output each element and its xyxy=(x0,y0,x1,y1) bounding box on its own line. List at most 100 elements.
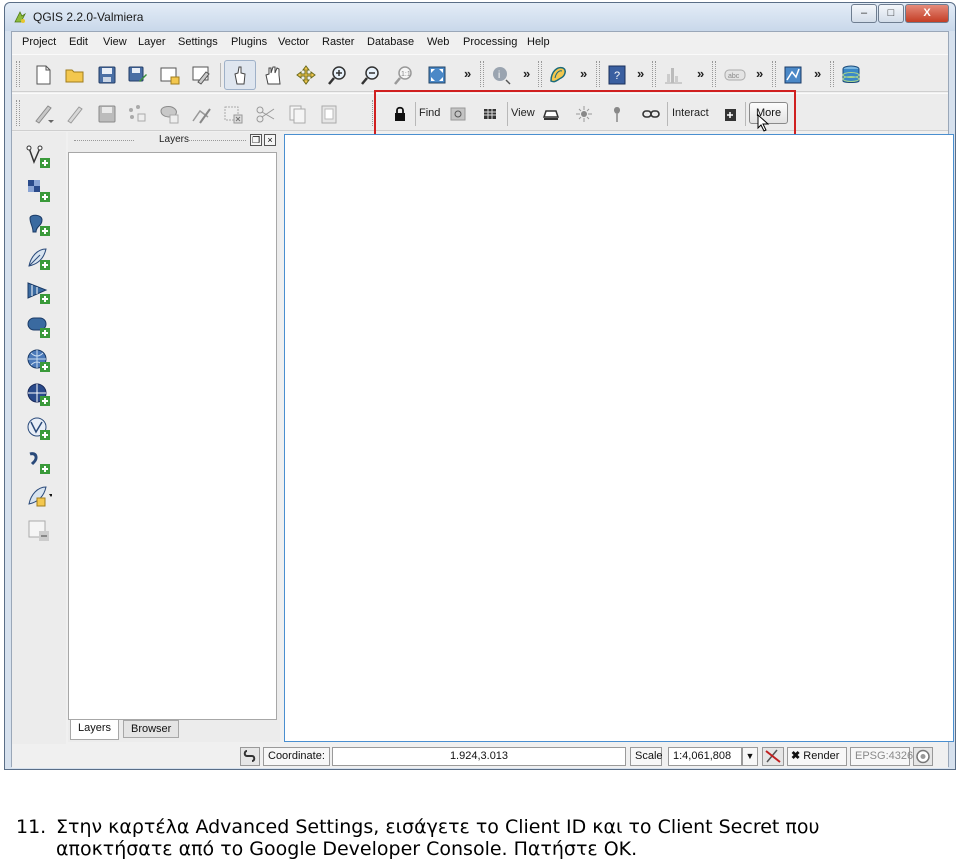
coordinate-label: Coordinate: xyxy=(263,747,330,766)
toolbar-separator xyxy=(220,63,221,87)
label-icon[interactable]: abc xyxy=(724,64,746,86)
add-oracle-layer-icon[interactable] xyxy=(26,314,52,340)
add-mssql-layer-icon[interactable] xyxy=(26,280,52,306)
digitize-icon[interactable] xyxy=(32,103,54,125)
toolbar-overflow[interactable]: » xyxy=(637,66,644,81)
rotation-icon[interactable] xyxy=(762,747,784,766)
menu-project[interactable]: Project xyxy=(22,36,56,48)
close-button[interactable]: X xyxy=(905,4,949,23)
zoom-out-icon[interactable] xyxy=(360,64,382,86)
toolbar-grip[interactable] xyxy=(772,61,776,87)
pencil-icon[interactable] xyxy=(64,103,86,125)
menu-processing[interactable]: Processing xyxy=(463,36,517,48)
menu-database[interactable]: Database xyxy=(367,36,414,48)
minimize-button[interactable]: ‒ xyxy=(851,4,877,23)
add-spatialite-layer-icon[interactable] xyxy=(26,246,52,272)
measure-icon[interactable] xyxy=(547,64,569,86)
menu-plugins[interactable]: Plugins xyxy=(231,36,267,48)
toolbar-overflow[interactable]: » xyxy=(756,66,763,81)
add-feature-icon[interactable] xyxy=(126,103,148,125)
paste-icon[interactable] xyxy=(318,103,340,125)
pan-icon[interactable] xyxy=(262,64,284,86)
layers-panel-title: Layers xyxy=(158,134,189,145)
svg-text:1:1: 1:1 xyxy=(401,71,411,78)
add-wfs-layer-icon[interactable] xyxy=(26,416,52,442)
node-tool-icon[interactable] xyxy=(190,103,212,125)
help-icon[interactable]: ? xyxy=(606,64,628,86)
new-project-icon[interactable] xyxy=(32,64,54,86)
add-postgis-layer-icon[interactable] xyxy=(26,212,52,238)
toolbar-grip[interactable] xyxy=(830,61,834,87)
crs-status-button[interactable]: EPSG:4326 xyxy=(850,747,913,766)
toggle-extents-icon[interactable] xyxy=(240,747,260,766)
menu-view[interactable]: View xyxy=(103,36,127,48)
new-shapefile-icon[interactable] xyxy=(26,484,52,510)
menu-raster[interactable]: Raster xyxy=(322,36,354,48)
caption-line-2: αποκτήσατε από το Google Developer Conso… xyxy=(56,838,638,860)
cut-icon[interactable] xyxy=(254,103,276,125)
close-panel-button[interactable]: × xyxy=(264,134,276,146)
tab-browser[interactable]: Browser xyxy=(123,720,180,738)
menu-help[interactable]: Help xyxy=(527,36,550,48)
svg-text:abc: abc xyxy=(728,73,740,80)
title-bar: QGIS 2.2.0-Valmiera ‒ □ X xyxy=(5,3,955,31)
touch-zoom-icon[interactable] xyxy=(229,64,251,86)
scale-field[interactable]: 1:4,061,808 xyxy=(668,747,742,766)
move-feature-icon[interactable] xyxy=(158,103,180,125)
add-wms-layer-icon[interactable] xyxy=(26,348,52,374)
toolbar-grip[interactable] xyxy=(596,61,600,87)
save-project-icon[interactable] xyxy=(96,64,118,86)
step-number: 11. xyxy=(16,816,47,838)
add-wcs-layer-icon[interactable] xyxy=(26,382,52,408)
identify-icon[interactable]: i xyxy=(490,64,512,86)
menu-edit[interactable]: Edit xyxy=(69,36,88,48)
save-as-icon[interactable] xyxy=(126,64,148,86)
maximize-button[interactable]: □ xyxy=(878,4,904,23)
new-print-composer-icon[interactable] xyxy=(158,64,180,86)
save-edits-icon[interactable] xyxy=(96,103,118,125)
coordinate-field[interactable]: 1.924,3.013 xyxy=(332,747,626,766)
menu-layer[interactable]: Layer xyxy=(138,36,166,48)
toolbar-overflow[interactable]: » xyxy=(697,66,704,81)
add-vector-layer-icon[interactable] xyxy=(26,144,52,170)
menu-settings[interactable]: Settings xyxy=(178,36,218,48)
messages-icon[interactable] xyxy=(913,747,933,766)
add-raster-layer-icon[interactable] xyxy=(26,178,52,204)
toolbar-grip[interactable] xyxy=(16,100,20,126)
toolbar-grip[interactable] xyxy=(480,61,484,87)
manage-layers-toolbar xyxy=(12,132,66,744)
toolbar-overflow[interactable]: » xyxy=(580,66,587,81)
toolbar-overflow[interactable]: » xyxy=(523,66,530,81)
map-canvas[interactable] xyxy=(284,134,954,742)
open-project-icon[interactable] xyxy=(64,64,86,86)
toolbar-overflow[interactable]: » xyxy=(814,66,821,81)
tab-layers[interactable]: Layers xyxy=(70,720,120,740)
db-manager-icon[interactable] xyxy=(840,64,862,86)
zoom-in-icon[interactable] xyxy=(327,64,349,86)
toolbar-grip[interactable] xyxy=(538,61,542,87)
pan-to-selection-icon[interactable] xyxy=(295,64,317,86)
toolbar-grip[interactable] xyxy=(16,61,20,87)
copy-icon[interactable] xyxy=(286,103,308,125)
add-delimited-text-icon[interactable] xyxy=(26,450,52,476)
toolbar-grip[interactable] xyxy=(712,61,716,87)
status-bar: Coordinate: 1.924,3.013 Scale 1:4,061,80… xyxy=(12,744,948,768)
float-panel-button[interactable]: ❐ xyxy=(250,134,262,146)
panel-grip[interactable] xyxy=(188,140,246,141)
toolbar-grip[interactable] xyxy=(652,61,656,87)
menu-web[interactable]: Web xyxy=(427,36,449,48)
menu-bar: Project Edit View Layer Settings Plugins… xyxy=(12,32,948,54)
render-checkbox[interactable]: ✖ Render xyxy=(787,747,847,766)
chevron-down-icon: ▼ xyxy=(745,751,755,761)
menu-vector[interactable]: Vector xyxy=(278,36,309,48)
remove-layer-icon[interactable] xyxy=(26,518,52,544)
zoom-full-icon[interactable] xyxy=(426,64,448,86)
toolbar-overflow[interactable]: » xyxy=(464,66,471,81)
georeferencer-icon[interactable] xyxy=(782,64,804,86)
scale-dropdown-button[interactable]: ▼ xyxy=(742,747,758,766)
histogram-icon[interactable] xyxy=(662,64,684,86)
layers-list[interactable] xyxy=(68,152,277,720)
composer-manager-icon[interactable] xyxy=(190,64,212,86)
delete-selected-icon[interactable] xyxy=(222,103,244,125)
zoom-native-icon[interactable]: 1:1 xyxy=(393,64,415,86)
